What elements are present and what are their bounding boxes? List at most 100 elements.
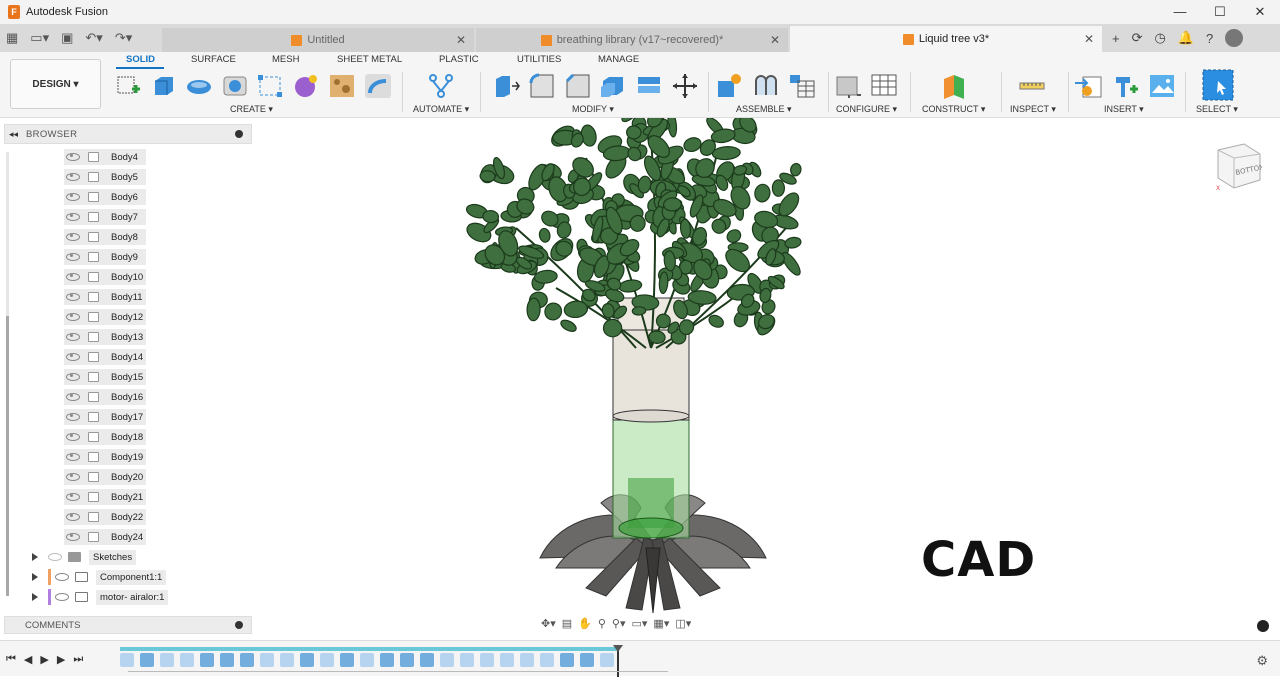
maximize-icon[interactable]: ☐ — [1200, 0, 1240, 24]
visibility-eye-icon[interactable] — [66, 373, 80, 381]
browser-body-row[interactable]: Body4 — [64, 149, 146, 165]
tab-liquid-tree[interactable]: Liquid tree v3* ✕ — [790, 26, 1102, 52]
avatar[interactable] — [1225, 29, 1244, 47]
orbit-icon[interactable]: ✥▾ — [541, 617, 556, 630]
timeline-feature-combine-icon[interactable] — [580, 653, 594, 667]
browser-body-row[interactable]: Body10 — [64, 269, 146, 285]
tab-untitled[interactable]: Untitled ✕ — [162, 28, 474, 52]
visibility-eye-icon[interactable] — [48, 553, 62, 561]
measure-icon[interactable] — [1018, 73, 1046, 99]
timeline-feature-move-icon[interactable] — [260, 653, 274, 667]
timeline-feature-move-icon[interactable] — [540, 653, 554, 667]
insert-canvas-icon[interactable] — [1148, 73, 1176, 99]
timeline-feature-pattern-icon[interactable] — [400, 653, 414, 667]
timeline-feature-sketch-icon[interactable] — [360, 653, 374, 667]
mesh-texture-icon[interactable] — [328, 73, 356, 99]
tree-node-motor[interactable]: motor- airalor:1 — [32, 589, 169, 605]
tab-manage[interactable]: MANAGE — [598, 54, 639, 65]
job-status-icon[interactable]: ◷ — [1155, 30, 1166, 46]
timeline-feature-extrude-icon[interactable] — [240, 653, 254, 667]
browser-body-row[interactable]: Body18 — [64, 429, 146, 445]
tab-surface[interactable]: SURFACE — [191, 54, 236, 65]
timeline-feature-move-icon[interactable] — [480, 653, 494, 667]
browser-body-row[interactable]: Body5 — [64, 169, 146, 185]
help-icon[interactable]: ? — [1206, 31, 1213, 46]
redo-icon[interactable]: ↷▾ — [115, 30, 132, 46]
derive-icon[interactable] — [364, 73, 392, 99]
browser-body-row[interactable]: Body11 — [64, 289, 146, 305]
timeline-feature-extrude-icon[interactable] — [560, 653, 574, 667]
step-forward-icon[interactable]: ▶ — [57, 653, 65, 666]
visibility-eye-icon[interactable] — [66, 493, 80, 501]
tab-mesh[interactable]: MESH — [272, 54, 299, 65]
group-assemble-label[interactable]: ASSEMBLE ▾ — [736, 104, 792, 115]
timeline-feature-revolve-icon[interactable] — [380, 653, 394, 667]
timeline-feature-move-icon[interactable] — [280, 653, 294, 667]
close-tab-icon[interactable]: ✕ — [1084, 32, 1094, 46]
fillet-icon[interactable] — [528, 73, 556, 99]
timeline-feature-fillet-icon[interactable] — [440, 653, 454, 667]
visibility-eye-icon[interactable] — [66, 153, 80, 161]
apps-grid-icon[interactable]: ▦ — [6, 30, 18, 46]
visibility-eye-icon[interactable] — [55, 593, 69, 601]
tab-plastic[interactable]: PLASTIC — [439, 54, 479, 65]
close-tab-icon[interactable]: ✕ — [456, 33, 466, 47]
minimize-icon[interactable]: — — [1160, 0, 1200, 24]
tree-node-sketches[interactable]: Sketches — [32, 549, 137, 565]
browser-body-row[interactable]: Body17 — [64, 409, 146, 425]
hole-icon[interactable] — [221, 73, 249, 99]
timeline-feature-extrude-icon[interactable] — [220, 653, 234, 667]
browser-body-row[interactable]: Body20 — [64, 469, 146, 485]
new-tab-icon[interactable]: + — [1112, 31, 1120, 46]
timeline-feature-sketch-icon[interactable] — [600, 653, 614, 667]
pattern-icon[interactable] — [256, 73, 284, 99]
save-icon[interactable]: ▣ — [61, 30, 73, 46]
viewports-icon[interactable]: ◫▾ — [675, 617, 691, 630]
expand-arrow-icon[interactable] — [32, 573, 38, 581]
browser-scroll-thumb[interactable] — [6, 316, 9, 596]
display-settings-icon[interactable]: ▭▾ — [632, 617, 648, 630]
create-sketch-icon[interactable] — [114, 73, 142, 99]
zoom-icon[interactable]: ⚲ — [598, 617, 606, 630]
browser-body-row[interactable]: Body13 — [64, 329, 146, 345]
group-select-label[interactable]: SELECT ▾ — [1196, 104, 1238, 115]
step-back-icon[interactable]: ◀ — [24, 653, 32, 666]
notifications-icon[interactable]: 🔔 — [1178, 30, 1194, 46]
visibility-eye-icon[interactable] — [66, 173, 80, 181]
browser-body-row[interactable]: Body7 — [64, 209, 146, 225]
group-automate-label[interactable]: AUTOMATE ▾ — [413, 104, 469, 115]
new-component-icon[interactable] — [716, 73, 744, 99]
timeline-feature-extrude-icon[interactable] — [140, 653, 154, 667]
go-to-end-icon[interactable]: ⏭ — [73, 653, 83, 666]
visibility-eye-icon[interactable] — [66, 313, 80, 321]
timeline-feature-pattern-icon[interactable] — [300, 653, 314, 667]
tab-breathing-library[interactable]: breathing library (v17~recovered)* ✕ — [476, 28, 788, 52]
zoom-window-icon[interactable]: ⚲▾ — [612, 617, 626, 630]
group-configure-label[interactable]: CONFIGURE ▾ — [836, 104, 897, 115]
expand-arrow-icon[interactable] — [32, 593, 38, 601]
expand-arrow-icon[interactable] — [32, 553, 38, 561]
browser-body-row[interactable]: Body22 — [64, 509, 146, 525]
visibility-eye-icon[interactable] — [66, 513, 80, 521]
comment-bubble-icon[interactable] — [1257, 620, 1269, 632]
close-window-icon[interactable]: ✕ — [1240, 0, 1280, 24]
tree-node-component1[interactable]: Component1:1 — [32, 569, 167, 585]
visibility-eye-icon[interactable] — [66, 433, 80, 441]
visibility-eye-icon[interactable] — [66, 353, 80, 361]
browser-body-row[interactable]: Body21 — [64, 489, 146, 505]
extrude-icon[interactable] — [149, 73, 177, 99]
go-to-start-icon[interactable]: ⏮ — [6, 653, 16, 666]
visibility-eye-icon[interactable] — [66, 453, 80, 461]
form-icon[interactable] — [292, 73, 320, 99]
comments-add-icon[interactable] — [235, 621, 243, 629]
timeline-feature-sketch-icon[interactable] — [320, 653, 334, 667]
browser-body-row[interactable]: Body16 — [64, 389, 146, 405]
group-construct-label[interactable]: CONSTRUCT ▾ — [922, 104, 985, 115]
joint-icon[interactable] — [752, 73, 780, 99]
browser-header[interactable]: ◂◂ BROWSER — [4, 124, 252, 144]
configuration-table-icon[interactable] — [870, 73, 898, 99]
select-icon[interactable] — [1202, 69, 1234, 101]
chamfer-icon[interactable] — [564, 73, 592, 99]
comments-panel-header[interactable]: COMMENTS — [4, 616, 252, 634]
timeline-feature-fillet-icon[interactable] — [460, 653, 474, 667]
